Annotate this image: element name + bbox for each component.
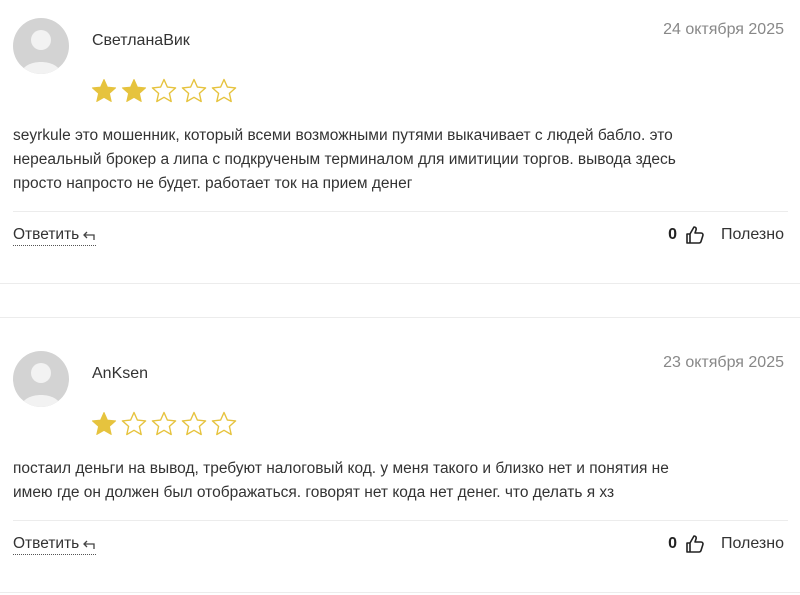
reply-label: Ответить: [13, 226, 80, 243]
useful-button[interactable]: Полезно: [721, 535, 784, 553]
star-empty-icon: [121, 411, 147, 436]
review-author: AnKsen: [92, 365, 149, 382]
useful-count: 0: [668, 226, 677, 243]
user-placeholder-icon: [21, 30, 61, 74]
review-divider: [0, 283, 800, 284]
review-divider: [0, 592, 800, 593]
useful-block: 0 Полезно: [668, 225, 784, 245]
star-empty-icon: [151, 78, 177, 103]
thumbs-up-icon[interactable]: [685, 534, 705, 554]
useful-block: 0 Полезно: [668, 534, 784, 554]
reply-link[interactable]: Ответить: [13, 226, 97, 246]
star-empty-icon: [181, 78, 207, 103]
rating-stars: [90, 410, 238, 438]
useful-count: 0: [668, 535, 677, 552]
thumbs-up-icon[interactable]: [685, 225, 705, 245]
star-filled-icon: [91, 79, 117, 102]
reply-arrow-icon: [83, 231, 95, 240]
review-date: 24 октября 2025: [663, 21, 784, 38]
star-filled-icon: [91, 412, 117, 435]
review-divider: [0, 317, 800, 318]
reply-arrow-icon: [83, 540, 95, 549]
useful-button[interactable]: Полезно: [721, 226, 784, 244]
avatar: [13, 18, 69, 74]
separator: [13, 211, 788, 212]
review-text-line: постаил деньги на вывод, требуют налогов…: [13, 460, 669, 477]
star-filled-icon: [121, 79, 147, 102]
review-date: 23 октября 2025: [663, 354, 784, 371]
rating-stars: [90, 77, 238, 105]
star-empty-icon: [151, 411, 177, 436]
reply-label: Ответить: [13, 535, 80, 552]
review-text-line: просто напросто не будет. работает ток н…: [13, 175, 413, 192]
user-placeholder-icon: [21, 363, 61, 407]
review-author: СветланаВик: [92, 32, 190, 49]
separator: [13, 520, 788, 521]
review-text-line: нереальный брокер а липа с подкрученым т…: [13, 151, 676, 168]
review-text: seyrkule это мошенник, который всеми воз…: [13, 124, 788, 196]
review-text: постаил деньги на вывод, требуют налогов…: [13, 457, 788, 505]
reply-link[interactable]: Ответить: [13, 535, 97, 555]
review-text-line: seyrkule это мошенник, который всеми воз…: [13, 127, 673, 144]
star-empty-icon: [211, 78, 237, 103]
star-empty-icon: [181, 411, 207, 436]
avatar: [13, 351, 69, 407]
star-empty-icon: [211, 411, 237, 436]
review-text-line: имею где он должен был отображаться. гов…: [13, 484, 615, 501]
